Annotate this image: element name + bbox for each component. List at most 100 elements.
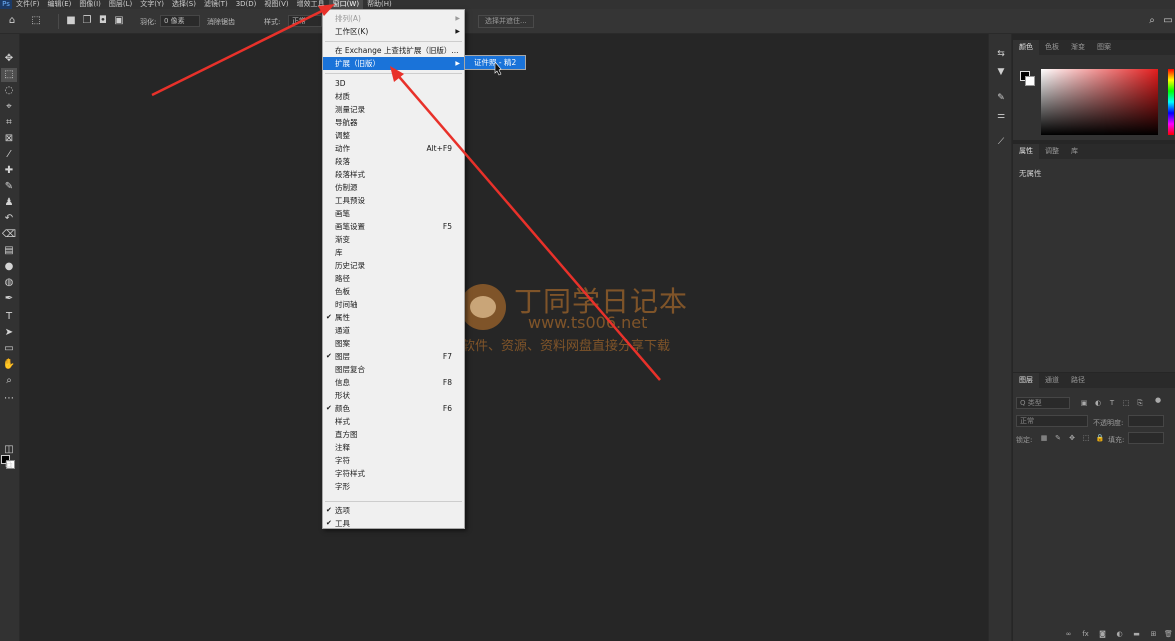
feather-input[interactable]: 0 像素 (160, 15, 200, 27)
menu-item-find-extensions[interactable]: 在 Exchange 上查找扩展（旧版）... (323, 44, 464, 57)
menu-item-panel[interactable]: 3D (323, 77, 464, 90)
lock-image-icon[interactable]: ✎ (1053, 433, 1063, 443)
dodge-tool-icon[interactable]: ◍ (1, 276, 17, 290)
menu-item-tools[interactable]: ✔ 工具 (323, 517, 464, 530)
menu-item-panel[interactable]: 色板 (323, 285, 464, 298)
menu-3[interactable]: 图层(L) (105, 0, 136, 9)
workspace-icon[interactable]: ▭ (1162, 15, 1174, 27)
menu-item-panel[interactable]: 画笔 (323, 207, 464, 220)
crop-tool-icon[interactable]: ⌗ (1, 116, 17, 130)
eraser-tool-icon[interactable]: ⌫ (1, 228, 17, 242)
menu-item-panel[interactable]: 材质 (323, 90, 464, 103)
menu-item-panel[interactable]: 调整 (323, 129, 464, 142)
menu-6[interactable]: 滤镜(T) (200, 0, 232, 9)
fill-input[interactable] (1128, 432, 1164, 444)
menu-item-panel[interactable]: 通道 (323, 324, 464, 337)
props-tab-1[interactable]: 调整 (1039, 144, 1065, 159)
path-select-tool-icon[interactable]: ➤ (1, 326, 17, 340)
filter-adjust-icon[interactable]: ◐ (1093, 398, 1103, 408)
eyedropper-tool-icon[interactable]: ⁄ (1, 148, 17, 162)
new-layer-icon[interactable]: ⊞ (1148, 629, 1159, 639)
color-picker-field[interactable] (1041, 69, 1158, 135)
blend-mode-select[interactable]: 正常 (1016, 415, 1088, 427)
menu-item-panel[interactable]: 渐变 (323, 233, 464, 246)
menu-item-panel[interactable]: 仿制源 (323, 181, 464, 194)
more-tools-icon[interactable]: ⋯ (1, 392, 17, 406)
menu-item-options[interactable]: ✔ 选项 (323, 504, 464, 517)
filter-smart-icon[interactable]: ⎘ (1135, 398, 1145, 408)
home-icon[interactable]: ⌂ (6, 15, 18, 27)
quick-select-tool-icon[interactable]: ⌖ (1, 100, 17, 114)
brush-tool-icon[interactable]: ✎ (1, 180, 17, 194)
comments-panel-icon[interactable]: ▼ (995, 66, 1007, 78)
filter-shape-icon[interactable]: ⬚ (1121, 398, 1131, 408)
menu-item-panel[interactable]: 形状 (323, 389, 464, 402)
filter-type-icon[interactable]: T (1107, 398, 1117, 408)
quick-mask-icon[interactable]: ◫ (1, 443, 17, 457)
menu-item-panel[interactable]: ✔ 颜色 F6 (323, 402, 464, 415)
blur-tool-icon[interactable]: ● (1, 260, 17, 274)
opacity-input[interactable] (1128, 415, 1164, 427)
menu-item-panel[interactable]: 字符样式 (323, 467, 464, 480)
menu-item-panel[interactable]: 字形 (323, 480, 464, 493)
menu-item-panel[interactable]: 段落 (323, 155, 464, 168)
layer-kind-filter[interactable]: Q 类型 (1016, 397, 1070, 409)
delete-layer-icon[interactable]: 🗑 (1163, 629, 1174, 639)
menu-item-workspace[interactable]: 工作区(K) ▶ (323, 25, 464, 38)
move-tool-icon[interactable]: ✥ (1, 52, 17, 66)
menu-5[interactable]: 选择(S) (168, 0, 200, 9)
props-tab-2[interactable]: 库 (1065, 144, 1084, 159)
menu-2[interactable]: 图像(I) (75, 0, 105, 9)
history-brush-tool-icon[interactable]: ↶ (1, 212, 17, 226)
layers-tab-1[interactable]: 通道 (1039, 373, 1065, 388)
marquee-preset-icon[interactable]: ⬚ (30, 15, 42, 27)
intersect-selection-icon[interactable]: ▣ (113, 15, 125, 27)
menu-item-panel[interactable]: 工具预设 (323, 194, 464, 207)
frame-tool-icon[interactable]: ⊠ (1, 132, 17, 146)
type-tool-icon[interactable]: T (1, 310, 17, 324)
adjustment-layer-icon[interactable]: ◐ (1114, 629, 1125, 639)
menu-item-panel[interactable]: 导航器 (323, 116, 464, 129)
style-select[interactable]: 正常 (288, 15, 322, 27)
rectangle-tool-icon[interactable]: ▭ (1, 342, 17, 356)
subtract-selection-icon[interactable]: ◘ (97, 15, 109, 27)
menu-item-panel[interactable]: 时间轴 (323, 298, 464, 311)
menu-item-panel[interactable]: 历史记录 (323, 259, 464, 272)
lock-artboard-icon[interactable]: ⬚ (1081, 433, 1091, 443)
menu-10[interactable]: 窗口(W) (328, 0, 364, 9)
menu-item-panel[interactable]: 信息 F8 (323, 376, 464, 389)
lasso-tool-icon[interactable]: ◌ (1, 84, 17, 98)
menu-1[interactable]: 编辑(E) (44, 0, 76, 9)
menu-item-arrange[interactable]: 排列(A) ▶ (323, 12, 464, 25)
paths-panel-icon[interactable]: ⟋ (995, 136, 1007, 148)
menu-item-panel[interactable]: 字符 (323, 454, 464, 467)
color-tab-0[interactable]: 颜色 (1013, 40, 1039, 55)
menu-9[interactable]: 增效工具 (293, 0, 329, 9)
lock-position-icon[interactable]: ✥ (1067, 433, 1077, 443)
color-tab-2[interactable]: 渐变 (1065, 40, 1091, 55)
add-selection-icon[interactable]: ❐ (81, 15, 93, 27)
hand-tool-icon[interactable]: ✋ (1, 358, 17, 372)
menu-item-panel[interactable]: 测量记录 (323, 103, 464, 116)
search-icon[interactable]: ⌕ (1146, 15, 1158, 27)
zoom-tool-icon[interactable]: ⌕ (1, 374, 17, 388)
add-mask-icon[interactable]: ◙ (1097, 629, 1108, 639)
marquee-tool-icon[interactable]: ⬚ (1, 68, 17, 82)
new-selection-icon[interactable]: ■ (65, 15, 77, 27)
menu-item-panel[interactable]: 注释 (323, 441, 464, 454)
new-group-icon[interactable]: ▬ (1131, 629, 1142, 639)
menu-0[interactable]: 文件(F) (12, 0, 44, 9)
menu-item-panel[interactable]: 路径 (323, 272, 464, 285)
menu-item-panel[interactable]: 直方图 (323, 428, 464, 441)
menu-item-panel[interactable]: 样式 (323, 415, 464, 428)
screen-mode-icon[interactable]: ⧉ (1, 459, 17, 473)
submenu-item-id-photo[interactable]: 证件照 - 精2 (465, 56, 525, 69)
color-tab-1[interactable]: 色板 (1039, 40, 1065, 55)
props-tab-0[interactable]: 属性 (1013, 144, 1039, 159)
menu-item-panel[interactable]: 图层复合 (323, 363, 464, 376)
link-layers-icon[interactable]: ∞ (1063, 629, 1074, 639)
layer-style-icon[interactable]: fx (1080, 629, 1091, 639)
menu-11[interactable]: 帮助(H) (363, 0, 396, 9)
menu-item-panel[interactable]: 段落样式 (323, 168, 464, 181)
antialias-checkbox[interactable]: 消除锯齿 (207, 17, 235, 27)
